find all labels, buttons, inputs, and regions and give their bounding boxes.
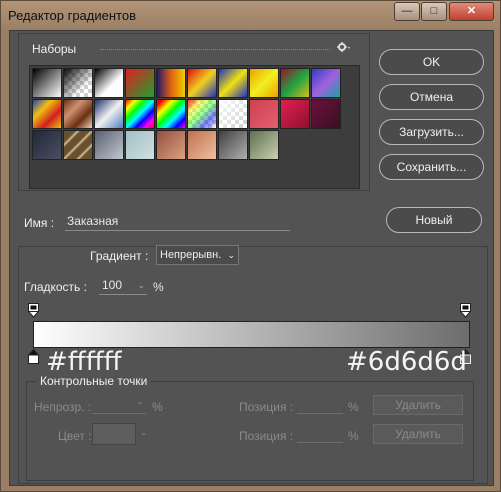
smoothness-label: Гладкость : — [24, 280, 87, 294]
preset-swatch[interactable] — [63, 99, 93, 129]
preset-swatch[interactable] — [125, 68, 155, 98]
preset-swatch[interactable] — [187, 68, 217, 98]
preset-swatch[interactable] — [125, 130, 155, 160]
opacity-input[interactable]: ⌄ — [92, 396, 146, 414]
stops-title: Контрольные точки — [36, 374, 152, 388]
preset-swatch[interactable] — [249, 99, 279, 129]
color-position-input[interactable] — [297, 425, 343, 443]
gear-icon[interactable] — [337, 41, 351, 56]
maximize-button[interactable]: □ — [421, 2, 447, 21]
color-position-unit: % — [348, 429, 359, 443]
opacity-position-unit: % — [348, 400, 359, 414]
preset-swatch[interactable] — [187, 130, 217, 160]
delete-opacity-stop-button[interactable]: Удалить — [373, 395, 463, 415]
smoothness-unit: % — [153, 280, 164, 294]
opacity-stop-left-icon[interactable] — [28, 303, 39, 318]
color-stop-left-icon[interactable] — [28, 349, 39, 364]
opacity-unit: % — [152, 400, 163, 414]
smoothness-value: 100 — [102, 278, 123, 292]
preset-swatch[interactable] — [218, 130, 248, 160]
opacity-stop-right-icon[interactable] — [460, 303, 471, 318]
name-input[interactable] — [65, 211, 290, 231]
preset-swatch[interactable] — [32, 130, 62, 160]
preset-swatch[interactable] — [311, 68, 341, 98]
preset-swatch[interactable] — [218, 99, 248, 129]
gradient-type-value: Непрерывн. — [160, 249, 222, 261]
gradient-type-select[interactable]: Непрерывн. ⌄ — [156, 245, 239, 265]
presets-divider — [100, 49, 330, 50]
opacity-position-label: Позиция : — [239, 400, 294, 414]
smoothness-input[interactable]: 100 ⌄ — [99, 276, 147, 295]
preset-swatch[interactable] — [125, 99, 155, 129]
color-position-label: Позиция : — [239, 429, 294, 443]
preset-swatch[interactable] — [32, 68, 62, 98]
chevron-down-icon: ⌄ — [227, 250, 235, 260]
preset-swatch[interactable] — [311, 99, 341, 129]
close-button[interactable]: ✕ — [449, 2, 494, 21]
preset-swatch[interactable] — [249, 130, 279, 160]
dialog-body: Наборы OK Отмена Загрузить... Сохранить.… — [9, 30, 494, 486]
cancel-button[interactable]: Отмена — [379, 84, 484, 110]
window-title: Редактор градиентов — [8, 8, 136, 23]
gradient-bar[interactable] — [33, 321, 470, 348]
opacity-position-input[interactable] — [297, 396, 343, 414]
save-button[interactable]: Сохранить... — [379, 154, 484, 180]
preset-swatch[interactable] — [63, 130, 93, 160]
stop-color-swatch[interactable] — [92, 423, 136, 445]
start-color-label: #ffffff — [46, 347, 122, 377]
chevron-down-icon[interactable]: ⌄ — [137, 276, 145, 295]
presets-grid — [29, 65, 360, 189]
chevron-down-icon[interactable]: ⌄ — [140, 427, 148, 438]
color-label: Цвет : — [58, 429, 92, 443]
presets-title: Наборы — [32, 42, 77, 56]
preset-swatch[interactable] — [63, 68, 93, 98]
opacity-label: Непрозр. : — [34, 400, 92, 414]
new-button[interactable]: Новый — [386, 207, 482, 233]
preset-swatch[interactable] — [280, 68, 310, 98]
preset-swatch[interactable] — [280, 99, 310, 129]
delete-color-stop-button[interactable]: Удалить — [373, 424, 463, 444]
preset-swatch[interactable] — [156, 99, 186, 129]
preset-swatch[interactable] — [94, 130, 124, 160]
preset-swatch[interactable] — [156, 68, 186, 98]
minimize-button[interactable]: — — [394, 2, 420, 21]
end-color-label: #6d6d6d — [346, 347, 467, 377]
preset-swatch[interactable] — [218, 68, 248, 98]
ok-button[interactable]: OK — [379, 49, 484, 75]
gradient-type-label: Градиент : — [90, 249, 149, 263]
preset-swatch[interactable] — [187, 99, 217, 129]
gradient-editor-window: Редактор градиентов — □ ✕ Наборы OK Отме… — [0, 0, 501, 492]
preset-swatch[interactable] — [249, 68, 279, 98]
preset-swatch[interactable] — [32, 99, 62, 129]
name-label: Имя : — [24, 216, 55, 230]
preset-swatch[interactable] — [156, 130, 186, 160]
preset-swatch[interactable] — [94, 68, 124, 98]
preset-swatch[interactable] — [94, 99, 124, 129]
load-button[interactable]: Загрузить... — [379, 119, 484, 145]
title-bar[interactable]: Редактор градиентов — □ ✕ — [1, 1, 500, 29]
chevron-down-icon: ⌄ — [136, 396, 144, 406]
